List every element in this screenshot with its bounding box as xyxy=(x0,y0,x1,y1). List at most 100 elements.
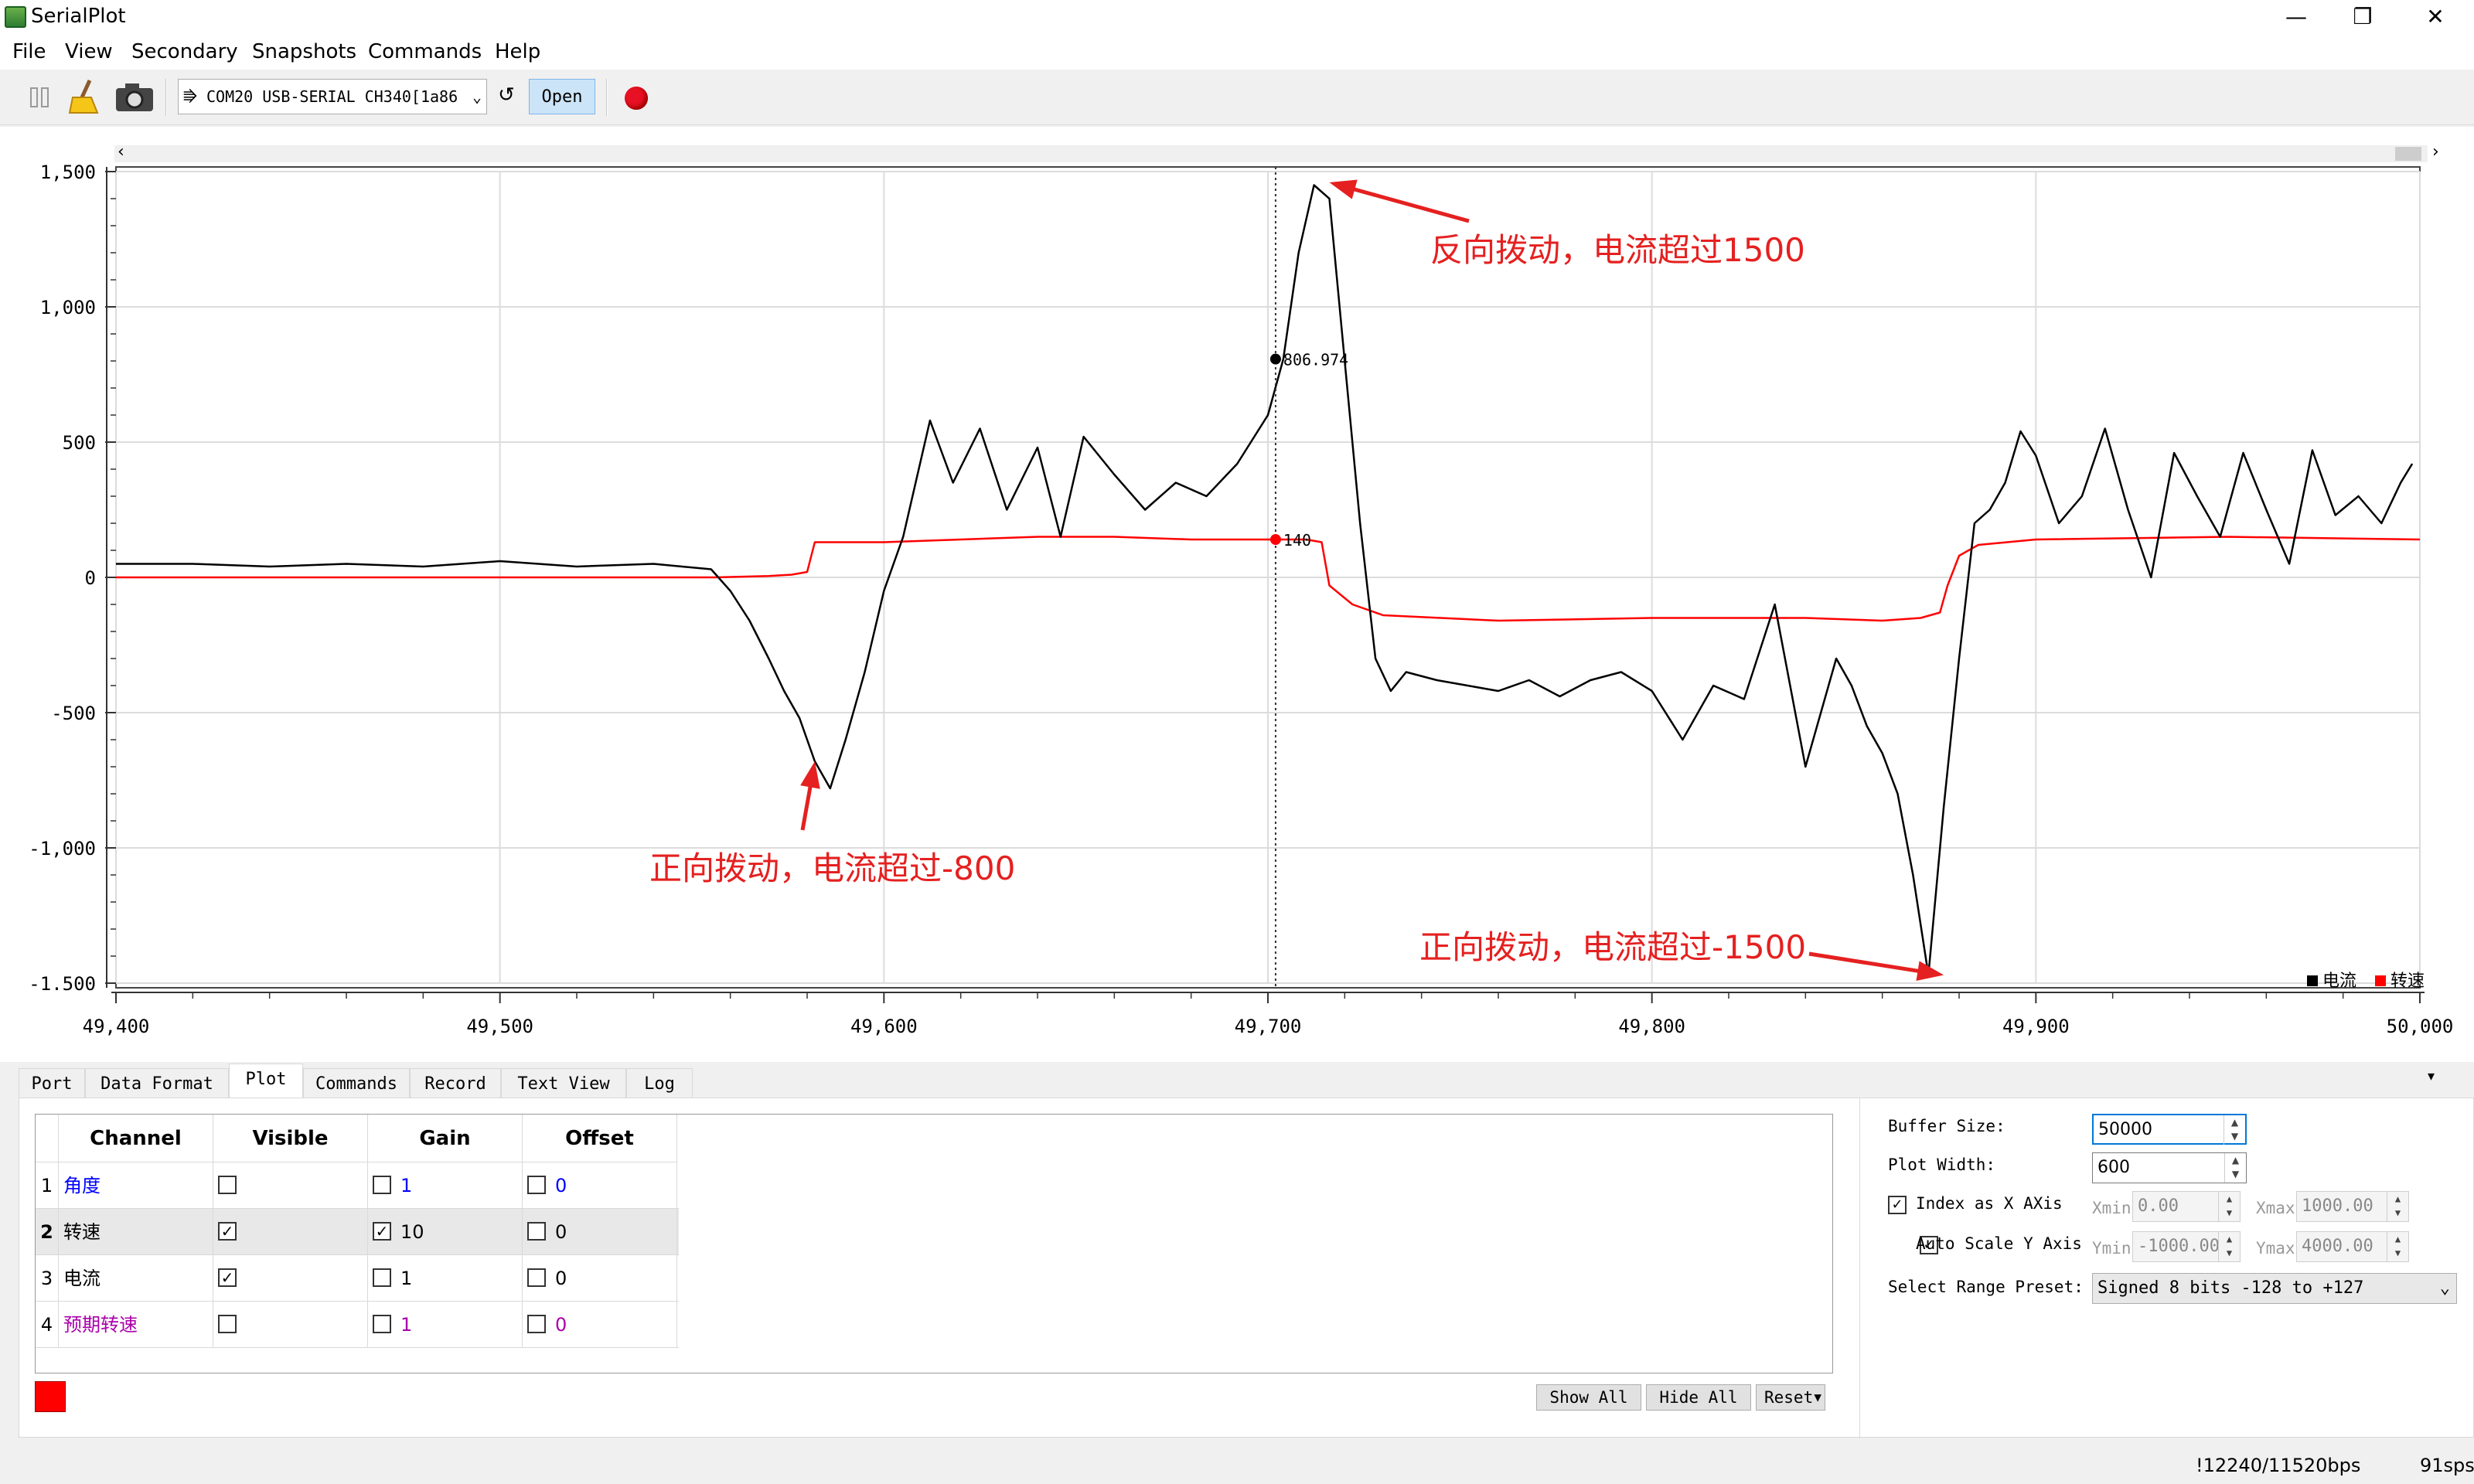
header-gain[interactable]: Gain xyxy=(368,1115,523,1162)
reset-dropdown-icon[interactable]: ▼ xyxy=(1814,1385,1821,1410)
gain-value[interactable]: 1 xyxy=(400,1268,412,1289)
range-preset-select[interactable]: Signed 8 bits -128 to +127 ⌄ xyxy=(2092,1273,2457,1304)
table-row[interactable]: 4 预期转速 1 0 xyxy=(36,1302,679,1348)
annotation-arrow-line xyxy=(1808,951,1927,975)
legend-swatch xyxy=(2375,975,2386,986)
index-as-x-label: Index as X AXis xyxy=(1916,1194,2063,1213)
ymin-label: Ymin xyxy=(2092,1239,2132,1258)
visible-checkbox[interactable] xyxy=(218,1315,237,1333)
ymax-label: Ymax xyxy=(2256,1239,2295,1258)
gain-checkbox[interactable] xyxy=(373,1176,391,1194)
tab-text-view[interactable]: Text View xyxy=(501,1068,626,1101)
close-button[interactable]: ✕ xyxy=(2404,0,2466,36)
ymin-input[interactable]: -1000.00 ▲ ▼ xyxy=(2132,1231,2241,1262)
sps-status: 91sps xyxy=(2420,1455,2474,1476)
menu-secondary[interactable]: Secondary xyxy=(131,40,238,63)
offset-checkbox[interactable] xyxy=(527,1222,546,1241)
offset-value[interactable]: 0 xyxy=(555,1175,567,1196)
ymax-input[interactable]: 4000.00 ▲ ▼ xyxy=(2296,1231,2409,1262)
gain-value[interactable]: 10 xyxy=(400,1221,424,1243)
broom-icon[interactable] xyxy=(66,77,105,116)
table-row[interactable]: 2 转速 ✓ ✓ 10 0 xyxy=(36,1209,679,1255)
table-row[interactable]: 3 电流 ✓ 1 0 xyxy=(36,1255,679,1302)
buffer-size-input[interactable]: 50000 ▲ ▼ xyxy=(2092,1114,2247,1145)
visible-checkbox[interactable]: ✓ xyxy=(218,1222,237,1241)
y-tick-label: 1,500 xyxy=(40,162,96,183)
plot-width-label: Plot Width: xyxy=(1888,1156,1996,1174)
y-tick-label: 0 xyxy=(85,567,96,589)
tab-commands[interactable]: Commands xyxy=(303,1068,410,1101)
annotation-text: 正向拨动，电流超过-800 xyxy=(649,849,1015,887)
reset-button[interactable]: Reset ▼ xyxy=(1756,1384,1825,1411)
refresh-icon[interactable]: ↺ xyxy=(498,83,515,107)
menu-snapshots[interactable]: Snapshots xyxy=(252,40,356,63)
menu-file[interactable]: File xyxy=(12,40,46,63)
offset-checkbox[interactable] xyxy=(527,1176,546,1194)
tab-menu-arrow-icon[interactable]: ▾ xyxy=(2428,1068,2435,1084)
chevron-down-icon: ⌄ xyxy=(2439,1278,2450,1298)
annotation-text: 反向拨动，电流超过1500 xyxy=(1430,231,1805,269)
offset-checkbox[interactable] xyxy=(527,1315,546,1333)
visible-checkbox[interactable]: ✓ xyxy=(218,1268,237,1287)
title-bar: SerialPlot — ❐ ✕ xyxy=(0,0,2474,36)
channel-name: 电流 xyxy=(59,1255,213,1302)
restore-button[interactable]: ❐ xyxy=(2332,0,2394,36)
tab-plot[interactable]: Plot xyxy=(229,1064,303,1101)
plot-chart[interactable]: 1,500 1,000 500 0 -500 -1,000 -1.500 49,400 49,… xyxy=(0,127,2474,1062)
offset-checkbox[interactable] xyxy=(527,1268,546,1287)
x-tick-label: 49,900 xyxy=(2002,1016,2070,1037)
record-icon[interactable] xyxy=(625,87,648,110)
tab-port[interactable]: Port xyxy=(19,1068,85,1101)
menu-help[interactable]: Help xyxy=(495,40,540,63)
series-line-电流 xyxy=(116,184,2414,976)
bps-status: !12240/11520bps xyxy=(2196,1455,2361,1476)
xmin-input[interactable]: 0.00 ▲ ▼ xyxy=(2132,1191,2241,1222)
xmax-label: Xmax xyxy=(2256,1199,2295,1217)
scroll-right-icon[interactable]: › xyxy=(2432,142,2439,162)
pause-icon[interactable] xyxy=(28,87,51,108)
plot-settings-panel: Channel Visible Gain Offset 1 角度 1 0 2 转… xyxy=(19,1098,2474,1438)
tab-data-format[interactable]: Data Format xyxy=(85,1068,229,1101)
visible-checkbox[interactable] xyxy=(218,1176,237,1194)
gain-checkbox[interactable]: ✓ xyxy=(373,1222,391,1241)
chevron-down-icon: ⌄ xyxy=(469,80,482,114)
offset-value[interactable]: 0 xyxy=(555,1268,567,1289)
table-row[interactable]: 1 角度 1 0 xyxy=(36,1162,679,1209)
minimize-button[interactable]: — xyxy=(2265,0,2327,36)
row-index: 4 xyxy=(36,1302,59,1348)
x-tick-label: 49,400 xyxy=(83,1016,150,1037)
header-visible[interactable]: Visible xyxy=(213,1115,368,1162)
gain-checkbox[interactable] xyxy=(373,1315,391,1333)
plot-width-input[interactable]: 600 ▲ ▼ xyxy=(2092,1152,2247,1183)
index-as-x-checkbox[interactable]: ✓ xyxy=(1888,1196,1907,1214)
offset-value[interactable]: 0 xyxy=(555,1314,567,1336)
channel-color-swatch[interactable] xyxy=(35,1381,66,1412)
hide-all-button[interactable]: Hide All xyxy=(1646,1384,1751,1411)
buffer-size-label: Buffer Size: xyxy=(1888,1117,2005,1135)
gain-checkbox[interactable] xyxy=(373,1268,391,1287)
port-select-value: COM20 USB-SERIAL CH340[1a86 xyxy=(206,87,458,106)
camera-icon[interactable] xyxy=(114,80,155,114)
y-tick-label: 500 xyxy=(63,432,96,454)
xmax-input[interactable]: 1000.00 ▲ ▼ xyxy=(2296,1191,2409,1222)
channel-name: 预期转速 xyxy=(59,1302,213,1348)
gain-value[interactable]: 1 xyxy=(400,1314,412,1336)
tab-record[interactable]: Record xyxy=(410,1068,501,1101)
menu-commands[interactable]: Commands xyxy=(368,40,482,63)
offset-value[interactable]: 0 xyxy=(555,1221,567,1243)
open-port-button[interactable]: Open xyxy=(529,79,595,114)
port-select[interactable]: ⭆ COM20 USB-SERIAL CH340[1a86 ⌄ xyxy=(178,79,487,114)
gain-value[interactable]: 1 xyxy=(400,1175,412,1196)
usb-icon: ⭆ xyxy=(183,87,197,106)
row-index: 1 xyxy=(36,1162,59,1209)
header-offset[interactable]: Offset xyxy=(523,1115,677,1162)
annotation-arrow-line xyxy=(1345,185,1470,223)
tab-log[interactable]: Log xyxy=(626,1068,693,1101)
scroll-left-icon[interactable]: ‹ xyxy=(118,142,124,162)
plot-scrollbar[interactable]: ‹ › xyxy=(114,142,2439,162)
show-all-button[interactable]: Show All xyxy=(1536,1384,1641,1411)
menu-view[interactable]: View xyxy=(65,40,113,63)
scrollbar-thumb[interactable] xyxy=(2395,147,2421,161)
header-channel[interactable]: Channel xyxy=(59,1115,213,1162)
cursor-marker xyxy=(1269,534,1281,545)
